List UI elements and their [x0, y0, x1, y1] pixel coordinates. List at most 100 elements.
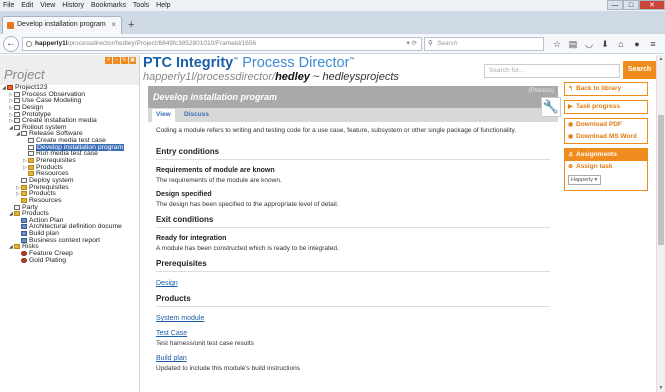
browser-search-input[interactable]: ⚲ Search	[424, 37, 544, 51]
project-panel: Project + − ↻ ▣ ◢ Project123 ▷ Process Obse…	[0, 55, 140, 392]
folder-icon	[28, 171, 34, 177]
entry-condition-desc: The requirements of the module are known…	[156, 177, 282, 184]
tree-item[interactable]: Deploy system	[0, 177, 139, 185]
back-to-library-button[interactable]: ↰ Back to library	[564, 82, 648, 96]
ptc-logo: PTC Integrity™ Process Director™	[143, 55, 354, 71]
action-panel: ↰ Back to library ▶ Task progress ◉ Downloa…	[564, 82, 648, 195]
page-scrollbar[interactable]: ▲ ▼	[656, 55, 665, 392]
menu-help[interactable]: Help	[156, 2, 170, 9]
scroll-up-icon[interactable]: ▲	[657, 56, 665, 62]
tree-item[interactable]: Architectural definition docume	[0, 224, 139, 231]
chat-icon[interactable]: ●	[629, 37, 645, 51]
tree-item[interactable]: ▷ Create installation media	[0, 117, 139, 125]
tree-item[interactable]: ▷ Prerequisites	[0, 157, 139, 165]
search-button[interactable]: Search	[623, 61, 656, 79]
tree-item[interactable]: Gold Plating	[0, 257, 139, 265]
products-heading: Products	[156, 287, 550, 307]
assignments-label: Assignments	[576, 151, 617, 158]
entry-condition-title: Design specified	[156, 191, 212, 198]
tree-item[interactable]: ▷ Design	[0, 104, 139, 112]
exit-conditions-heading: Exit conditions	[156, 208, 550, 228]
doc-icon	[14, 98, 20, 104]
assignee-value: Happerly	[571, 177, 594, 183]
globe-icon	[26, 41, 32, 47]
workspace-path: happerly1l/processdirector/hedley ~ hedl…	[143, 71, 399, 83]
menu-bookmarks[interactable]: Bookmarks	[91, 2, 126, 9]
maximize-button[interactable]: □	[623, 0, 639, 10]
doc-icon	[28, 144, 34, 150]
panel-add-icon[interactable]: +	[105, 57, 112, 64]
scroll-down-icon[interactable]: ▼	[657, 385, 665, 391]
download-word-button[interactable]: ◉ Download MS Word	[565, 131, 647, 143]
browser-tab[interactable]: Develop installation program ×	[2, 16, 122, 34]
path-suffix: ~ hedleysprojects	[309, 71, 399, 83]
clipboard-icon[interactable]: ▤	[565, 37, 581, 51]
menu-edit[interactable]: Edit	[21, 2, 33, 9]
tree-item[interactable]: Business context report	[0, 236, 139, 245]
download-icon[interactable]: ⬇	[597, 37, 613, 51]
process-content: Develop installation program (Process) V…	[148, 86, 561, 392]
tab-close-icon[interactable]: ×	[111, 17, 116, 33]
url-bar[interactable]: happerly1l/processdirector/hedley/Projec…	[22, 37, 422, 51]
folder-icon	[21, 191, 27, 197]
tree-item[interactable]: ▷ Products	[0, 164, 139, 172]
products-section: Products System module Test Case Test ha…	[156, 287, 550, 372]
logo-brand: PTC Integrity	[143, 55, 234, 71]
home-icon[interactable]: ⌂	[613, 37, 629, 51]
logo-product: Process Director	[238, 55, 350, 71]
entry-conditions-heading: Entry conditions	[156, 140, 550, 160]
assign-task-label: Assign task	[576, 163, 613, 170]
minimize-button[interactable]: —	[607, 0, 623, 10]
product-link-test-case[interactable]: Test Case	[156, 322, 550, 337]
folder-icon	[28, 164, 34, 170]
download-word-label: Download MS Word	[576, 133, 637, 140]
tree-item[interactable]: ▷ Use Case Modeling	[0, 97, 139, 105]
product-link-build-plan[interactable]: Build plan	[156, 347, 550, 362]
scrollbar-thumb[interactable]	[658, 115, 664, 245]
tree-item-label: Business context report	[29, 236, 101, 244]
tree-item[interactable]: ▷ Products	[0, 190, 139, 198]
play-icon: ▶	[568, 104, 573, 110]
pocket-icon[interactable]: ◡	[581, 37, 597, 51]
panel-refresh-icon[interactable]: ↻	[121, 57, 128, 64]
tab-view[interactable]: View	[152, 109, 175, 122]
doc-icon	[14, 111, 20, 117]
process-description: Coding a module refers to writing and te…	[156, 127, 517, 134]
proj-icon	[7, 85, 13, 90]
menu-history[interactable]: History	[62, 2, 84, 9]
assignee-select[interactable]: Happerly ▾	[568, 175, 601, 185]
exit-conditions-section: Exit conditions Ready for integration A …	[156, 208, 550, 252]
product-link-system-module[interactable]: System module	[156, 307, 550, 322]
tree-item[interactable]: ◢ Products	[0, 210, 139, 218]
back-arrow-icon[interactable]: ←	[3, 36, 19, 52]
menu-view[interactable]: View	[40, 2, 55, 9]
word-icon: ◉	[568, 134, 574, 140]
assignments-group: ♙ Assignments ⊕ Assign task Happerly ▾	[564, 148, 648, 191]
menu-bar: File Edit View History Bookmarks Tools H…	[0, 0, 665, 11]
tab-discuss[interactable]: Discuss	[180, 109, 213, 122]
tree-item[interactable]: Party	[0, 204, 139, 212]
task-progress-label: Task progress	[576, 103, 620, 110]
tree-item[interactable]: Feature Creep	[0, 250, 139, 258]
new-tab-icon[interactable]: +	[128, 19, 134, 31]
menu-tools[interactable]: Tools	[133, 2, 149, 9]
panel-settings-icon[interactable]: ▣	[129, 57, 136, 64]
hamburger-menu-icon[interactable]: ≡	[645, 37, 661, 51]
bookmark-star-icon[interactable]: ☆	[549, 37, 565, 51]
menu-file[interactable]: File	[3, 2, 14, 9]
reload-icon[interactable]: ▾ ⟳	[406, 38, 417, 50]
task-progress-button[interactable]: ▶ Task progress	[564, 100, 648, 114]
tree-item[interactable]: Resources	[0, 197, 139, 205]
library-search-input[interactable]: Search for...	[484, 64, 620, 78]
download-pdf-button[interactable]: ◉ Download PDF	[565, 119, 647, 131]
assign-task-button[interactable]: ⊕ Assign task	[565, 161, 647, 173]
window-close-button[interactable]: ✕	[639, 0, 665, 10]
tree-item[interactable]: ▷ Prerequisites	[0, 184, 139, 192]
exit-condition-desc: A module has been constructed which is r…	[156, 245, 339, 252]
back-to-library-label: Back to library	[576, 85, 622, 92]
product-desc-test-case: Test harness/unit test case results	[156, 340, 254, 347]
prerequisite-link-design[interactable]: Design	[156, 272, 550, 287]
download-group: ◉ Download PDF ◉ Download MS Word	[564, 118, 648, 144]
path-prefix: happerly1l/processdirector/	[143, 71, 276, 83]
panel-collapse-icon[interactable]: −	[113, 57, 120, 64]
